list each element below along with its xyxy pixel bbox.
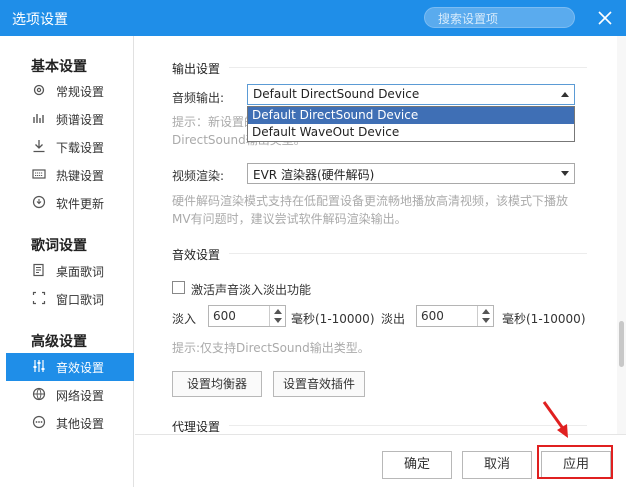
sidebar-item-label: 窗口歌词 bbox=[56, 293, 105, 307]
fade-in-stepper[interactable]: 600 bbox=[208, 305, 286, 327]
sidebar-item-update[interactable]: 软件更新 bbox=[6, 189, 134, 217]
sidebar-item-label: 下载设置 bbox=[56, 141, 105, 155]
sidebar-item-label: 网络设置 bbox=[56, 389, 105, 403]
annotation-arrow-icon bbox=[542, 401, 568, 438]
section-divider bbox=[229, 67, 587, 68]
sidebar-item-desktop-lyrics[interactable]: 桌面歌词 bbox=[6, 257, 134, 285]
equalizer-icon bbox=[33, 360, 45, 372]
section-divider bbox=[229, 253, 587, 254]
keyboard-icon bbox=[32, 169, 46, 179]
audio-output-label: 音频输出: bbox=[172, 91, 225, 105]
ok-button[interactable]: 确定 bbox=[382, 451, 452, 479]
video-render-value: EVR 渲染器(硬件解码) bbox=[253, 168, 375, 182]
video-hint-line2: MV有问题时，建议尝试软件解码渲染输出。 bbox=[172, 212, 407, 226]
window-title: 选项设置 bbox=[12, 12, 68, 28]
sidebar-item-sound-effects[interactable]: 音效设置 bbox=[6, 353, 134, 381]
fade-checkbox-label: 激活声音淡入淡出功能 bbox=[191, 283, 312, 297]
fade-checkbox[interactable] bbox=[172, 281, 185, 294]
sidebar-item-download[interactable]: 下载设置 bbox=[6, 133, 134, 161]
audio-output-value: Default DirectSound Device bbox=[253, 87, 420, 101]
sidebar-item-network[interactable]: 网络设置 bbox=[6, 381, 134, 409]
stepper-arrows[interactable] bbox=[477, 306, 493, 326]
settings-content: 输出设置 音频输出: Default DirectSound Device 提示… bbox=[135, 36, 617, 434]
sidebar-item-hotkey[interactable]: 热键设置 bbox=[6, 161, 134, 189]
sidebar-item-general[interactable]: 常规设置 bbox=[6, 77, 134, 105]
fade-out-value: 600 bbox=[421, 309, 444, 323]
sidebar-item-label: 频谱设置 bbox=[56, 113, 105, 127]
sidebar-item-label: 桌面歌词 bbox=[56, 265, 105, 279]
fade-in-unit: 毫秒(1-10000) bbox=[291, 312, 375, 326]
group-title-advanced: 高级设置 bbox=[31, 334, 87, 350]
dropdown-option-directsound[interactable]: Default DirectSound Device bbox=[248, 107, 574, 124]
stepper-up-icon[interactable] bbox=[482, 309, 490, 314]
fade-out-stepper[interactable]: 600 bbox=[416, 305, 494, 327]
sidebar-item-spectrum[interactable]: 频谱设置 bbox=[6, 105, 134, 133]
settings-sidebar: 基本设置 常规设置 频谱设置 下载设置 热键设置 软件更新 歌词设置 桌面歌词 … bbox=[0, 36, 134, 487]
sidebar-item-label: 软件更新 bbox=[56, 197, 105, 211]
stepper-arrows[interactable] bbox=[269, 306, 285, 326]
group-title-basic: 基本设置 bbox=[31, 59, 87, 75]
fade-out-label: 淡出 bbox=[381, 312, 406, 326]
window-lyrics-icon bbox=[32, 291, 46, 305]
fade-in-value: 600 bbox=[213, 309, 236, 323]
sidebar-item-label: 其他设置 bbox=[56, 417, 105, 431]
network-icon bbox=[32, 387, 46, 401]
more-icon bbox=[32, 415, 46, 429]
sidebar-item-label: 常规设置 bbox=[56, 85, 105, 99]
audio-output-select[interactable]: Default DirectSound Device bbox=[247, 84, 575, 105]
fade-out-unit: 毫秒(1-10000) bbox=[502, 312, 586, 326]
sidebar-item-label: 音效设置 bbox=[56, 361, 105, 375]
equalizer-button[interactable]: 设置均衡器 bbox=[172, 371, 262, 397]
title-bar: 选项设置 搜索设置项 bbox=[0, 0, 626, 36]
spectrum-icon bbox=[33, 114, 44, 123]
section-divider bbox=[229, 425, 587, 426]
video-hint-line1: 硬件解码渲染模式支持在低配置设备更流畅地播放高清视频，该模式下播放 bbox=[172, 194, 569, 208]
close-icon[interactable] bbox=[597, 10, 613, 26]
video-render-label: 视频渲染: bbox=[172, 169, 225, 183]
video-render-select[interactable]: EVR 渲染器(硬件解码) bbox=[247, 163, 575, 184]
chevron-up-icon bbox=[561, 92, 569, 97]
stepper-down-icon[interactable] bbox=[274, 318, 282, 323]
settings-search-input[interactable]: 搜索设置项 bbox=[424, 7, 575, 28]
section-title-output: 输出设置 bbox=[172, 62, 221, 76]
download-icon bbox=[33, 140, 45, 153]
sidebar-item-label: 热键设置 bbox=[56, 169, 105, 183]
audio-hint-line1: 提示：新设置的 bbox=[172, 115, 257, 129]
content-scrollbar[interactable] bbox=[617, 36, 626, 434]
stepper-down-icon[interactable] bbox=[482, 318, 490, 323]
dropdown-option-waveout[interactable]: Default WaveOut Device bbox=[248, 124, 574, 141]
cancel-button[interactable]: 取消 bbox=[462, 451, 532, 479]
effect-plugin-button[interactable]: 设置音效插件 bbox=[273, 371, 365, 397]
desktop-lyrics-icon bbox=[33, 263, 44, 277]
chevron-down-icon bbox=[561, 171, 569, 176]
sidebar-item-other[interactable]: 其他设置 bbox=[6, 409, 134, 437]
sidebar-item-window-lyrics[interactable]: 窗口歌词 bbox=[6, 285, 134, 313]
scrollbar-thumb[interactable] bbox=[619, 321, 624, 367]
effects-hint: 提示:仅支持DirectSound输出类型。 bbox=[172, 341, 370, 355]
group-title-lyrics: 歌词设置 bbox=[31, 238, 87, 254]
gear-icon bbox=[33, 84, 45, 96]
update-icon bbox=[32, 195, 46, 209]
section-title-effects: 音效设置 bbox=[172, 248, 221, 262]
stepper-up-icon[interactable] bbox=[274, 309, 282, 314]
apply-highlight-box bbox=[537, 445, 613, 479]
section-title-proxy: 代理设置 bbox=[172, 420, 221, 434]
fade-in-label: 淡入 bbox=[172, 312, 197, 326]
audio-output-dropdown: Default DirectSound Device Default WaveO… bbox=[247, 106, 575, 142]
